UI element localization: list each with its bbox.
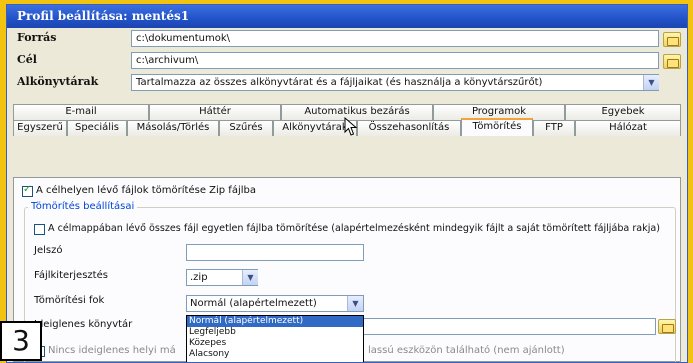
chevron-down-icon[interactable]: ▼ <box>643 75 659 90</box>
profile-settings-window: Profil beállítása: mentés1 Forrás c:\dok… <box>6 4 688 363</box>
source-browse-folder-icon[interactable] <box>663 32 681 47</box>
password-label: Jelszó <box>34 245 63 256</box>
tab-ftp[interactable]: FTP <box>533 120 575 136</box>
temp-folder-label: Ideiglenes könyvtár <box>34 319 133 330</box>
password-input[interactable] <box>186 244 364 261</box>
chevron-down-icon[interactable]: ▼ <box>347 296 363 311</box>
level-dropdown-list[interactable]: Normál (alapértelmezett) Legfeljebb Köze… <box>186 315 364 362</box>
level-select[interactable]: Normál (alapértelmezett) <box>186 295 364 312</box>
subfolders-label: Alkönyvtárak <box>17 75 99 88</box>
subfolders-row: Alkönyvtárak Tartalmazza az összes alkön… <box>7 72 687 93</box>
zip-compress-checkbox[interactable] <box>22 184 33 197</box>
list-item[interactable]: Közepes <box>187 338 363 349</box>
tab-filtering[interactable]: Szűrés <box>219 120 273 136</box>
target-browse-folder-icon[interactable] <box>663 54 681 69</box>
tab-advanced[interactable]: Speciális <box>67 120 127 136</box>
extension-label: Fájlkiterjesztés <box>34 270 108 281</box>
compression-panel: A célhelyen lévő fájlok tömörítése Zip f… <box>13 177 681 362</box>
tab-compare[interactable]: Összehasonlítás <box>357 120 461 136</box>
temp-local-label: Nincs ideiglenes helyi má <box>48 345 176 356</box>
single-file-checkbox[interactable] <box>34 224 45 235</box>
source-path-input[interactable]: c:\dokumentumok\ <box>131 30 659 47</box>
temp-browse-folder-icon[interactable] <box>658 319 676 334</box>
single-file-label: A célmappában lévő összes fájl egyetlen … <box>48 223 661 234</box>
tab-compression[interactable]: Tömörítés <box>461 118 533 136</box>
list-item[interactable]: Legfeljebb <box>187 327 363 338</box>
list-item[interactable]: Normál (alapértelmezett) <box>187 316 363 327</box>
source-row: Forrás c:\dokumentumok\ <box>7 28 687 49</box>
list-item[interactable]: Alacsony <box>187 349 363 360</box>
target-row: Cél c:\archivum\ <box>7 50 687 71</box>
target-path-input[interactable]: c:\archivum\ <box>131 52 659 69</box>
zip-compress-label: A célhelyen lévő fájlok tömörítése Zip f… <box>36 185 256 196</box>
mouse-cursor-icon <box>344 117 358 136</box>
subfolders-dropdown[interactable]: Tartalmazza az összes alkönyvtárat és a … <box>131 74 659 91</box>
group-title: Tömörítés beállításai <box>28 201 138 212</box>
target-label: Cél <box>17 53 37 66</box>
tab-background[interactable]: Háttér <box>149 104 281 120</box>
tab-simple[interactable]: Egyszerű <box>13 120 67 136</box>
tab-network[interactable]: Hálózat <box>575 120 681 136</box>
tab-copy-delete[interactable]: Másolás/Törlés <box>127 120 219 136</box>
temp-local-label-rest: lassú eszközön található (nem ajánlott) <box>368 345 565 356</box>
tab-misc[interactable]: Egyebek <box>565 104 681 120</box>
step-number-badge: 3 <box>0 321 42 361</box>
level-label: Tömörítési fok <box>34 295 105 306</box>
window-title: Profil beállítása: mentés1 <box>7 5 687 28</box>
source-label: Forrás <box>17 31 57 44</box>
chevron-down-icon[interactable]: ▼ <box>242 270 258 285</box>
tab-email[interactable]: E-mail <box>13 104 149 120</box>
